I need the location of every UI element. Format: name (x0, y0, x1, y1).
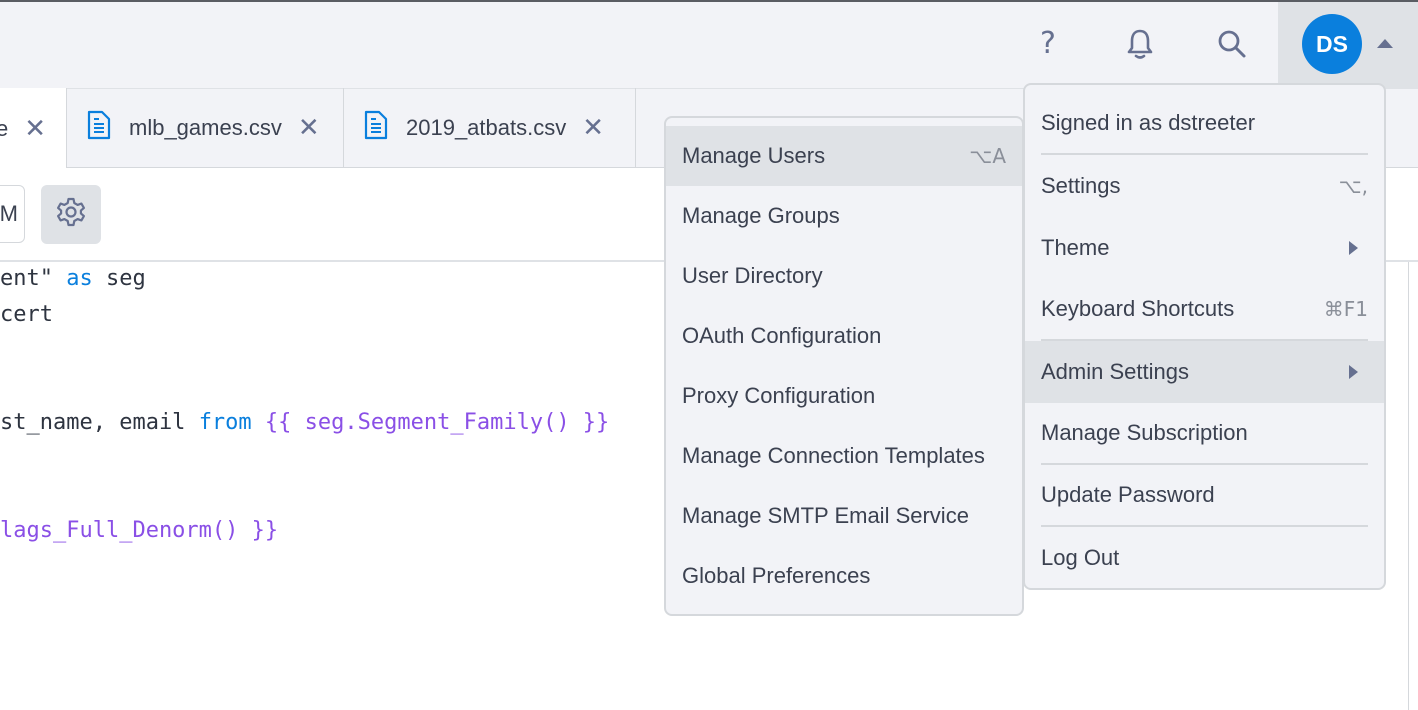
close-icon[interactable]: ✕ (24, 116, 46, 142)
code-keyword: as (66, 266, 93, 291)
shortcut-label: ⌥A (969, 144, 1006, 168)
shortcut-label: ⌘F1 (1323, 297, 1368, 321)
close-icon[interactable]: ✕ (298, 115, 320, 141)
menu-item-label: Keyboard Shortcuts (1041, 296, 1235, 321)
code-text: ent" (0, 266, 67, 291)
code-template: Segment_Family() }} (357, 410, 610, 435)
menu-item-log-out[interactable]: Log Out (1025, 527, 1384, 589)
menu-item-label: Manage Connection Templates (682, 443, 985, 468)
code-line: st_name, email from {{ seg.Segment_Famil… (0, 410, 609, 435)
tab-label: mlb_games.csv (129, 115, 282, 140)
menu-item-label: OAuth Configuration (682, 323, 882, 348)
menu-item-label: Manage Users (682, 143, 826, 168)
menu-item-label: Update Password (1041, 482, 1215, 507)
signed-in-label: Signed in as dstreeter (1041, 93, 1368, 155)
menu-item-user-directory[interactable]: User Directory (666, 246, 1022, 306)
code-line: lags_Full_Denorm() }} (0, 518, 278, 543)
menu-item-update-password[interactable]: Update Password (1041, 465, 1368, 527)
menu-item-theme[interactable]: Theme (1025, 217, 1384, 279)
search-icon[interactable] (1214, 26, 1250, 62)
settings-button[interactable] (41, 185, 101, 244)
menu-item-proxy-configuration[interactable]: Proxy Configuration (666, 366, 1022, 426)
connection-select[interactable]: M (0, 185, 25, 243)
close-icon[interactable]: ✕ (582, 115, 604, 141)
menu-item-global-preferences[interactable]: Global Preferences (666, 546, 1022, 606)
avatar[interactable]: DS (1302, 14, 1362, 74)
menu-item-label: Log Out (1041, 545, 1120, 570)
code-keyword: from (198, 410, 252, 435)
gear-icon (55, 196, 87, 233)
menu-item-label: Theme (1041, 235, 1110, 260)
chevron-right-icon (1349, 365, 1358, 379)
menu-item-manage-groups[interactable]: Manage Groups (666, 186, 1022, 246)
file-icon (87, 110, 111, 146)
menu-item-manage-connection-templates[interactable]: Manage Connection Templates (666, 426, 1022, 486)
code-text: seg (92, 266, 146, 291)
menu-item-label: Settings (1041, 173, 1121, 198)
connection-select-value: M (0, 201, 18, 226)
menu-item-label: Proxy Configuration (682, 383, 876, 408)
help-icon[interactable]: ? (1030, 26, 1066, 62)
code-template: {{ seg. (251, 410, 358, 435)
menu-item-keyboard-shortcuts[interactable]: Keyboard Shortcuts ⌘F1 (1041, 279, 1368, 341)
tab-2019-atbats[interactable]: 2019_atbats.csv ✕ (344, 88, 636, 168)
menu-item-label: User Directory (682, 263, 823, 288)
menu-item-oauth-configuration[interactable]: OAuth Configuration (666, 306, 1022, 366)
code-text: st_name, email (0, 410, 199, 435)
menu-item-manage-smtp-email-service[interactable]: Manage SMTP Email Service (666, 486, 1022, 546)
tab-active[interactable]: e ✕ (0, 88, 67, 169)
file-icon (364, 110, 388, 146)
caret-up-icon (1377, 39, 1393, 48)
chevron-right-icon (1349, 241, 1358, 255)
tab-label: 2019_atbats.csv (406, 115, 567, 140)
menu-item-label: Manage Subscription (1041, 420, 1248, 445)
tab-mlb-games[interactable]: mlb_games.csv ✕ (67, 88, 344, 168)
app-header: ? DS (0, 2, 1418, 88)
menu-item-label: Manage SMTP Email Service (682, 503, 969, 528)
code-text: cert (0, 302, 53, 327)
menu-item-settings[interactable]: Settings ⌥, (1025, 155, 1384, 217)
user-dropdown-menu: Signed in as dstreeter Settings ⌥, Theme… (1023, 83, 1386, 590)
menu-item-label: Global Preferences (682, 563, 871, 588)
menu-item-label: Admin Settings (1041, 359, 1189, 384)
menu-item-manage-subscription[interactable]: Manage Subscription (1041, 403, 1368, 465)
menu-item-manage-users[interactable]: Manage Users ⌥A (666, 126, 1022, 186)
shortcut-label: ⌥, (1338, 174, 1368, 198)
code-line: cert (0, 302, 53, 327)
signed-in-text: Signed in as dstreeter (1041, 110, 1256, 135)
admin-settings-submenu: Manage Users ⌥A Manage Groups User Direc… (664, 116, 1024, 616)
menu-item-label: Manage Groups (682, 203, 840, 228)
code-line: ent" as seg (0, 266, 146, 291)
code-template: lags_Full_Denorm() }} (0, 518, 279, 543)
menu-item-admin-settings[interactable]: Admin Settings (1025, 341, 1384, 403)
tab-label: e (0, 115, 9, 141)
bell-icon[interactable] (1122, 26, 1158, 62)
user-menu-toggle[interactable]: DS (1278, 2, 1418, 88)
